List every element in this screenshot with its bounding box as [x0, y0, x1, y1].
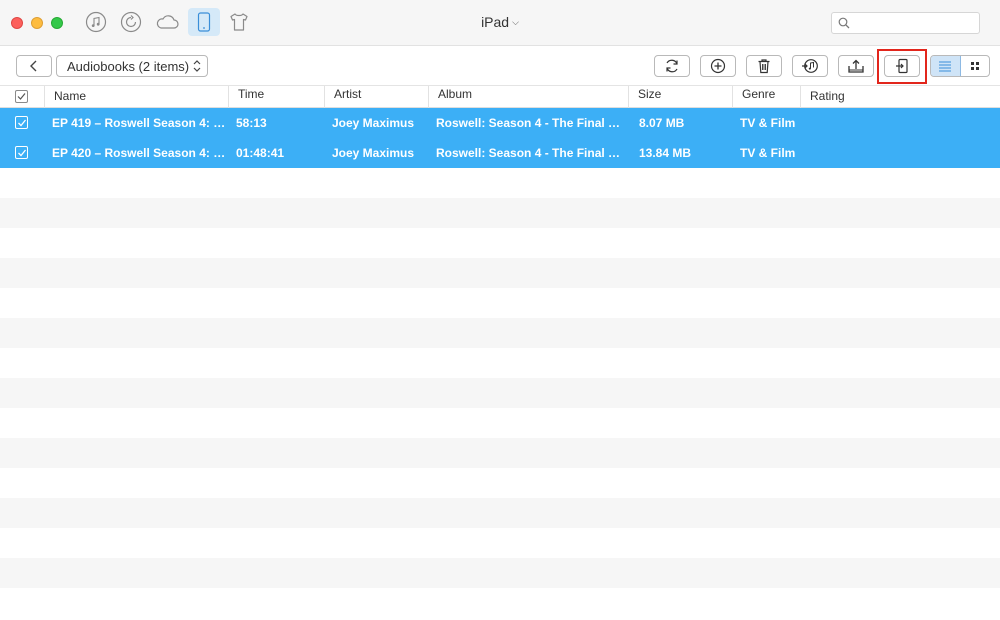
empty-row [0, 198, 1000, 228]
app-window: iPad ⌵ Audiobooks (2 items) Name Time Ar… [0, 0, 1000, 620]
column-header-label: Time [238, 87, 265, 101]
empty-row [0, 228, 1000, 258]
empty-row [0, 288, 1000, 318]
chevron-left-icon [30, 60, 37, 72]
to-itunes-icon [802, 59, 818, 73]
empty-row [0, 438, 1000, 468]
cloud-icon[interactable] [152, 9, 182, 35]
list-view-button[interactable] [931, 56, 961, 76]
row-checkbox[interactable] [15, 146, 28, 159]
up-down-chevron-icon [193, 60, 201, 72]
checkmark-icon [18, 119, 27, 127]
refresh-button[interactable] [654, 55, 690, 77]
column-header-label: Name [54, 89, 87, 103]
cell-album: Roswell: Season 4 - The Final Ch… [436, 116, 628, 130]
column-header-label: Album [438, 87, 473, 101]
toolbar: Audiobooks (2 items) [0, 46, 1000, 86]
grid-view-button[interactable] [961, 56, 990, 76]
back-button[interactable] [16, 55, 52, 77]
empty-row [0, 588, 1000, 618]
cell-rating [810, 138, 990, 168]
list-icon [939, 61, 952, 72]
empty-row [0, 378, 1000, 408]
checkmark-icon [17, 93, 26, 100]
tshirt-icon[interactable] [224, 9, 254, 35]
column-header-genre[interactable]: Genre [732, 86, 801, 108]
checkmark-icon [18, 149, 27, 157]
column-header-time[interactable]: Time [228, 86, 325, 108]
column-header-label: Rating [810, 89, 845, 103]
category-select[interactable]: Audiobooks (2 items) [56, 55, 208, 77]
view-mode-toggle [930, 55, 990, 77]
empty-row [0, 408, 1000, 438]
cell-rating [810, 108, 990, 138]
cell-artist: Joey Maximus [332, 146, 415, 160]
plus-icon [710, 58, 726, 74]
column-header-label: Size [638, 87, 662, 101]
cell-time: 01:48:41 [236, 146, 285, 160]
device-icon[interactable] [188, 8, 220, 36]
minimize-window-button[interactable] [31, 17, 43, 29]
maximize-window-button[interactable] [51, 17, 63, 29]
column-header-rating[interactable]: Rating [800, 86, 1000, 108]
to-computer-button[interactable] [838, 55, 874, 77]
empty-row [0, 498, 1000, 528]
device-title-label: iPad [481, 14, 510, 30]
chevron-down-icon: ⌵ [512, 17, 519, 27]
cell-artist: Joey Maximus [332, 116, 415, 130]
device-selector[interactable]: iPad ⌵ [440, 14, 560, 30]
refresh-icon [666, 59, 678, 73]
cell-album: Roswell: Season 4 - The Final Ch… [436, 146, 628, 160]
close-window-button[interactable] [11, 17, 23, 29]
highlight-box [877, 49, 927, 84]
music-note-icon[interactable] [81, 9, 111, 35]
empty-row [0, 468, 1000, 498]
search-field[interactable] [831, 12, 980, 34]
cell-genre: TV & Film [740, 146, 796, 160]
search-input[interactable] [854, 15, 976, 31]
grid-icon [970, 62, 979, 70]
cell-size: 13.84 MB [639, 146, 692, 160]
column-header-size[interactable]: Size [628, 86, 733, 108]
row-checkbox[interactable] [15, 116, 28, 129]
empty-row [0, 348, 1000, 378]
column-header-label: Artist [334, 87, 362, 101]
cell-name: EP 419 – Roswell Season 4: T… [52, 116, 226, 130]
title-bar: iPad ⌵ [0, 0, 1000, 46]
cell-genre: TV & Film [740, 116, 796, 130]
add-button[interactable] [700, 55, 736, 77]
delete-button[interactable] [746, 55, 782, 77]
column-header-name[interactable]: Name [44, 86, 229, 108]
export-icon [848, 59, 864, 73]
to-itunes-button[interactable] [792, 55, 828, 77]
table-row[interactable]: EP 419 – Roswell Season 4: T… 58:13 Joey… [0, 108, 1000, 138]
empty-row [0, 258, 1000, 288]
column-header-label: Genre [742, 87, 776, 101]
table-row[interactable]: EP 420 – Roswell Season 4: T… 01:48:41 J… [0, 138, 1000, 168]
restore-icon[interactable] [116, 9, 146, 35]
table-body: EP 419 – Roswell Season 4: T… 58:13 Joey… [0, 108, 1000, 620]
select-all-checkbox[interactable] [15, 90, 28, 103]
column-header-album[interactable]: Album [428, 86, 629, 108]
empty-row [0, 318, 1000, 348]
search-icon [838, 17, 850, 29]
category-select-label: Audiobooks (2 items) [67, 58, 190, 74]
cell-size: 8.07 MB [639, 116, 685, 130]
empty-row [0, 558, 1000, 588]
table-header: Name Time Artist Album Size Genre Rating [0, 86, 1000, 108]
empty-row [0, 168, 1000, 198]
cell-name: EP 420 – Roswell Season 4: T… [52, 146, 226, 160]
trash-icon [758, 59, 770, 74]
cell-time: 58:13 [236, 116, 267, 130]
column-header-artist[interactable]: Artist [324, 86, 429, 108]
empty-row [0, 528, 1000, 558]
